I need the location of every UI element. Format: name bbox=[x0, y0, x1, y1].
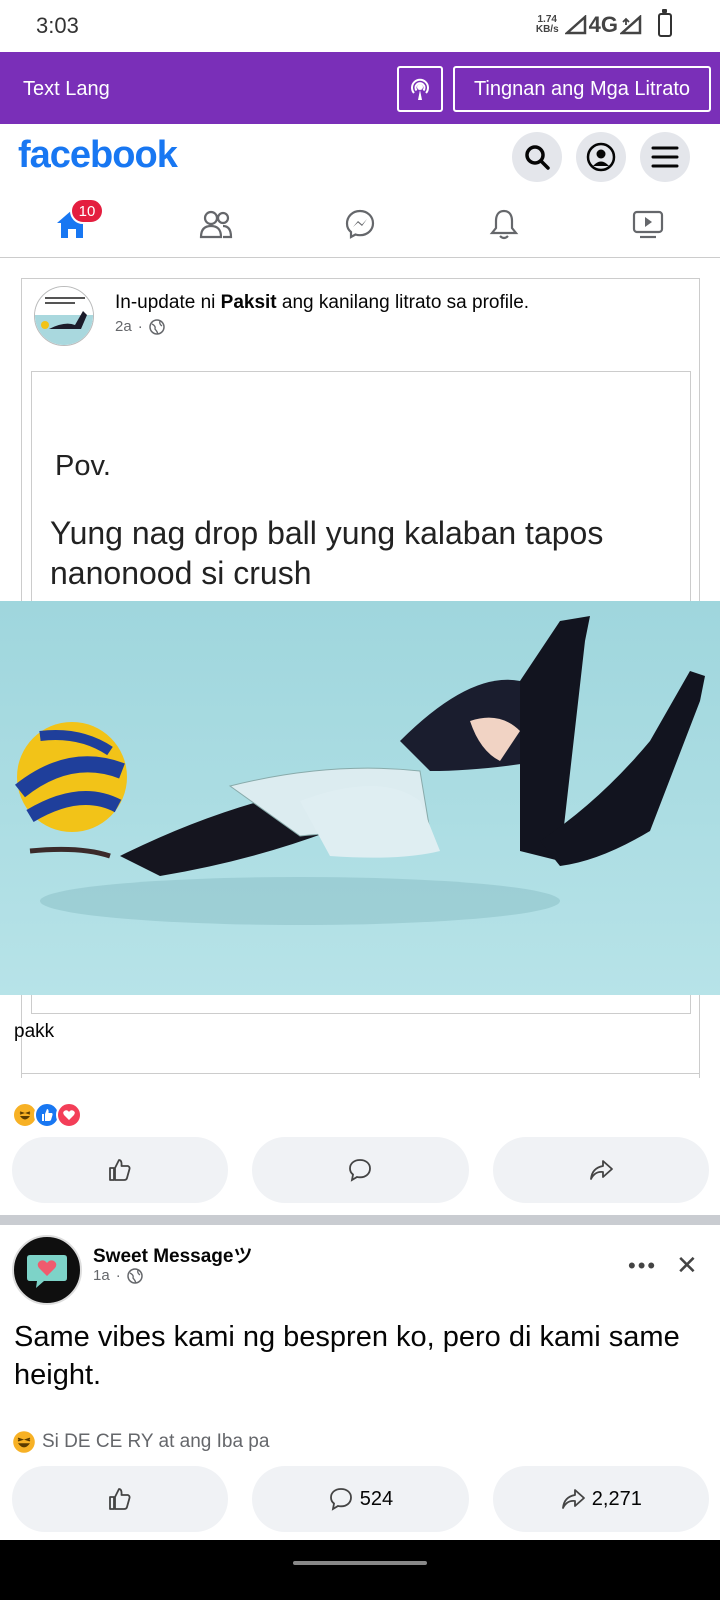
shared-post-bottom bbox=[21, 1056, 700, 1074]
shared-post-headline: In-update ni Paksit ang kanilang litrato… bbox=[115, 292, 529, 314]
sweet-message-avatar[interactable] bbox=[12, 1235, 82, 1305]
like-icon bbox=[109, 1159, 131, 1181]
screen: 3:03 1.74 KB/s 4G Text Lang Tingnan ang … bbox=[0, 0, 720, 1600]
post2-text: Same vibes kami ng bespren ko, pero di k… bbox=[14, 1321, 680, 1391]
friends-icon bbox=[199, 210, 233, 239]
signal-icon bbox=[564, 15, 586, 35]
love-reaction-icon bbox=[56, 1102, 82, 1128]
tab-notifications[interactable] bbox=[482, 204, 526, 244]
share-icon bbox=[589, 1160, 613, 1180]
post1-actions bbox=[12, 1137, 709, 1203]
network-type: 4G bbox=[588, 12, 618, 37]
home-notification-badge: 10 bbox=[70, 198, 104, 224]
battery-icon bbox=[658, 9, 672, 37]
tab-messenger[interactable] bbox=[338, 204, 382, 244]
main-nav: 10 bbox=[0, 190, 720, 258]
volleyball-graphic bbox=[15, 722, 127, 832]
like-icon bbox=[109, 1488, 131, 1510]
system-navigation-bar bbox=[0, 1540, 720, 1600]
share-icon bbox=[561, 1489, 585, 1509]
share-count: 2,271 bbox=[591, 1487, 642, 1510]
speed-unit: KB/s bbox=[535, 24, 559, 35]
tab-friends[interactable] bbox=[194, 204, 238, 244]
facebook-header: facebook bbox=[0, 124, 720, 190]
meta-separator: · bbox=[137, 318, 143, 335]
shared-post-meta: 2a · bbox=[115, 318, 165, 335]
comment-icon bbox=[329, 1488, 352, 1511]
profile-icon bbox=[586, 142, 616, 172]
comment-count: 524 bbox=[359, 1487, 394, 1510]
like-button[interactable] bbox=[12, 1137, 229, 1203]
view-photos-button[interactable]: Tingnan ang Mga Litrato bbox=[453, 66, 711, 112]
broadcast-icon bbox=[411, 78, 429, 100]
more-options-icon[interactable]: ••• bbox=[628, 1253, 657, 1279]
share-button[interactable]: 2,271 bbox=[492, 1466, 709, 1532]
status-time: 3:03 bbox=[36, 13, 79, 38]
status-bar: 3:03 1.74 KB/s 4G bbox=[0, 0, 720, 52]
facebook-logo[interactable]: facebook bbox=[18, 134, 178, 177]
meme-image bbox=[0, 601, 720, 995]
reaction-names: Si DE CE RY at ang Iba pa bbox=[42, 1431, 270, 1452]
like-button[interactable] bbox=[12, 1466, 229, 1532]
globe-icon bbox=[148, 318, 165, 335]
profile-button[interactable] bbox=[576, 132, 626, 182]
post-caption: pakk bbox=[14, 1021, 55, 1042]
broadcast-button[interactable] bbox=[397, 66, 443, 112]
post-author-link[interactable]: Paksit bbox=[221, 292, 277, 313]
post2-meta: 1a · bbox=[93, 1267, 143, 1284]
comment-icon bbox=[349, 1159, 372, 1182]
post-timestamp[interactable]: 2a bbox=[115, 318, 132, 335]
reaction-summary[interactable] bbox=[12, 1102, 82, 1128]
action-prefix: In-update ni bbox=[115, 292, 221, 313]
bell-icon bbox=[489, 209, 519, 240]
post2-actions: 524 2,271 bbox=[12, 1466, 709, 1532]
post2-author-name[interactable]: Sweet Messageツ bbox=[93, 1241, 252, 1268]
search-button[interactable] bbox=[512, 132, 562, 182]
signal-arrows-icon bbox=[620, 15, 642, 35]
close-icon[interactable]: ✕ bbox=[676, 1250, 698, 1281]
globe-icon bbox=[126, 1267, 143, 1284]
text-mode-label: Text Lang bbox=[23, 78, 110, 100]
menu-button[interactable] bbox=[640, 132, 690, 182]
avatar-thumbnail-image bbox=[35, 287, 93, 345]
data-saver-banner: Text Lang Tingnan ang Mga Litrato bbox=[0, 52, 720, 124]
watch-icon bbox=[632, 210, 664, 239]
heart-message-logo-icon bbox=[27, 1255, 67, 1288]
home-gesture-bar[interactable] bbox=[293, 1561, 427, 1565]
post2-timestamp[interactable]: 1a bbox=[93, 1267, 110, 1284]
news-feed[interactable]: In-update ni Paksit ang kanilang litrato… bbox=[0, 258, 720, 1600]
post-photo[interactable] bbox=[0, 601, 720, 995]
comment-button[interactable]: 524 bbox=[252, 1466, 469, 1532]
post2-reaction-summary[interactable]: Si DE CE RY at ang Iba pa bbox=[12, 1430, 269, 1454]
status-indicators: 1.74 KB/s 4G bbox=[536, 9, 672, 38]
meme-pov-text: Pov. bbox=[55, 450, 111, 482]
action-suffix: ang kanilang litrato sa profile. bbox=[276, 292, 530, 313]
search-icon bbox=[525, 145, 550, 170]
tab-watch[interactable] bbox=[626, 204, 670, 244]
paksit-avatar[interactable] bbox=[34, 286, 94, 346]
meme-caption-text: Yung nag drop ball yung kalaban tapos na… bbox=[50, 515, 604, 591]
messenger-icon bbox=[345, 209, 375, 239]
menu-icon bbox=[651, 146, 679, 168]
network-indicator: 4G bbox=[564, 12, 644, 38]
network-speed: 1.74 KB/s bbox=[536, 15, 559, 35]
haha-reaction-icon bbox=[13, 1431, 35, 1453]
meta-separator: · bbox=[115, 1267, 121, 1284]
comment-button[interactable] bbox=[252, 1137, 469, 1203]
post-divider bbox=[0, 1215, 720, 1225]
share-button[interactable] bbox=[492, 1137, 709, 1203]
